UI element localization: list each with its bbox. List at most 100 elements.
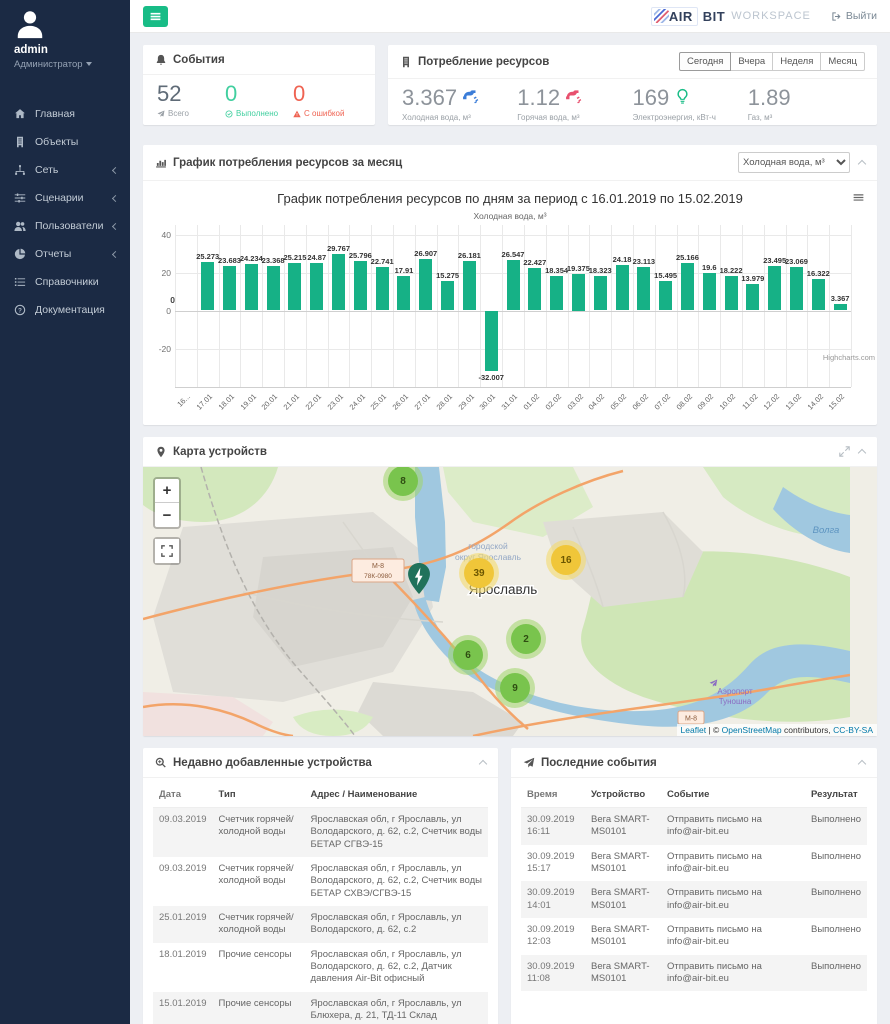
top-navbar: AIR BIT WORKSPACE Выйти [130, 0, 890, 33]
period-tabs: СегодняВчераНеделяМесяц [679, 52, 865, 71]
list-icon [14, 276, 28, 288]
chart-bar [507, 260, 520, 310]
river-label: Волга [813, 525, 840, 536]
chevron-up-icon[interactable] [858, 760, 866, 768]
sidebar-toggle-button[interactable] [143, 6, 168, 27]
road-badge: М-8 78К-0980 [352, 559, 404, 582]
map-panel: Карта устройств [143, 437, 877, 736]
resource-select[interactable]: Холодная вода, м³ [738, 152, 850, 173]
faucet-hot-icon [565, 86, 582, 105]
sidebar-item-reports[interactable]: Отчеты [0, 240, 130, 268]
sidebar-item-home[interactable]: Главная [0, 100, 130, 128]
airport-label-1: Аэропорт [717, 687, 753, 696]
chart-panel-title: График потребления ресурсов за месяц [173, 157, 402, 169]
cluster-marker[interactable]: 8 [388, 467, 418, 496]
chart-bar [528, 268, 541, 311]
brand-stripes-icon [654, 9, 669, 23]
map-fullscreen-button[interactable] [155, 539, 179, 563]
user-role-dropdown[interactable]: Администратор [14, 59, 116, 70]
sidebar-item-scenarios[interactable]: Сценарии [0, 184, 130, 212]
bar-value-label: 24.87 [307, 253, 326, 262]
svg-text:?: ? [18, 307, 22, 314]
tab-Месяц[interactable]: Месяц [821, 52, 865, 71]
bar-value-label: 19.375 [567, 264, 590, 273]
chart-bar [332, 254, 345, 311]
bar-value-label: 26.181 [458, 251, 481, 260]
chart-bar [812, 279, 825, 310]
bar-value-label: 24.234 [240, 254, 263, 263]
chart-bar [790, 267, 803, 311]
chart-bar [616, 265, 629, 311]
map-zoom-in-button[interactable]: + [155, 479, 179, 503]
events-table: ВремяУстройствоСобытиеРезультат30.09.201… [521, 782, 867, 991]
map-marker-icon [155, 446, 167, 458]
map-zoom-out-button[interactable]: − [155, 503, 179, 527]
x-axis-label: 23.01 [325, 392, 345, 412]
recent-devices-panel: Недавно добавленные устройства ДатаТипАд… [143, 748, 498, 1024]
osm-link[interactable]: OpenStreetMap [722, 725, 782, 735]
chevron-up-icon[interactable] [858, 160, 866, 168]
sidebar-item-network[interactable]: Сеть [0, 156, 130, 184]
chart-bar [703, 273, 716, 310]
x-axis-label: 02.02 [543, 392, 563, 412]
resources-panel: Потребление ресурсов СегодняВчераНеделяМ… [388, 45, 877, 125]
bell-icon [155, 54, 167, 66]
chart-context-menu-icon[interactable] [852, 191, 865, 204]
device-pin-marker[interactable] [408, 563, 430, 594]
chevron-up-icon[interactable] [479, 760, 487, 768]
sidebar-item-documentation[interactable]: ?Документация [0, 296, 130, 324]
bar-value-label: 19.6 [702, 263, 717, 272]
user-name: admin [14, 44, 116, 56]
chart-bar [441, 281, 454, 310]
tab-Неделя[interactable]: Неделя [773, 52, 821, 71]
bulb-icon [674, 86, 691, 105]
cluster-marker[interactable]: 16 [551, 545, 581, 575]
send-icon [157, 110, 165, 118]
chevron-up-icon[interactable] [858, 449, 866, 457]
x-axis-label: 06.02 [631, 392, 651, 412]
chart-bar [354, 261, 367, 310]
table-row: 18.01.2019Прочие сенсорыЯрославская обл,… [153, 943, 488, 992]
expand-icon[interactable] [839, 446, 850, 457]
sidebar-item-label: Сеть [35, 164, 58, 176]
bar-value-label: 23.113 [633, 257, 656, 266]
sidebar-item-directories[interactable]: Справочники [0, 268, 130, 296]
chart-bar [201, 262, 214, 310]
x-axis-label: 20.01 [260, 392, 280, 412]
recent-events-title: Последние события [541, 757, 657, 769]
bar-chart: 40200-20025.27323.68324.23423.36825.2152… [155, 225, 863, 425]
bar-value-label: 22.741 [371, 257, 394, 266]
bar-value-label: 3.367 [831, 294, 850, 303]
x-axis-label: 25.01 [369, 392, 389, 412]
license-link[interactable]: CC-BY-SA [833, 725, 873, 735]
brand-logo[interactable]: AIR BIT WORKSPACE [651, 7, 811, 26]
highcharts-credit[interactable]: Highcharts.com [823, 353, 875, 362]
stat-resource-0: 3.367Холодная вода, м³ [402, 86, 517, 122]
stat-events-done: 0 Выполнено [225, 82, 293, 118]
x-axis-label: 16... [176, 392, 193, 409]
x-axis-label: 21.01 [282, 392, 302, 412]
column-header: Дата [153, 782, 213, 808]
leaflet-map[interactable]: М-8 78К-0980 М-8 городской округ Ярослав… [143, 467, 877, 736]
cluster-marker[interactable]: 39 [464, 558, 494, 588]
cluster-marker[interactable]: 2 [511, 624, 541, 654]
pie-icon [14, 248, 28, 260]
cluster-marker[interactable]: 9 [500, 673, 530, 703]
table-row: 30.09.2019 15:17Вега SMART-MS0101Отправи… [521, 845, 867, 882]
sidebar-item-objects[interactable]: Объекты [0, 128, 130, 156]
hamburger-icon [149, 10, 162, 23]
network-icon [14, 164, 28, 176]
tab-Вчера[interactable]: Вчера [731, 52, 773, 71]
x-axis-label: 08.02 [674, 392, 694, 412]
logout-button[interactable]: Выйти [831, 10, 877, 22]
x-axis-label: 24.01 [347, 392, 367, 412]
leaflet-link[interactable]: Leaflet [681, 725, 707, 735]
logout-icon [831, 11, 842, 22]
map-panel-title: Карта устройств [173, 446, 267, 458]
table-row: 09.03.2019Счетчик горячей/холодной водыЯ… [153, 808, 488, 858]
building-icon [400, 56, 412, 68]
users-icon [14, 220, 28, 232]
tab-Сегодня[interactable]: Сегодня [679, 52, 731, 71]
cluster-marker[interactable]: 6 [453, 640, 483, 670]
sidebar-item-users[interactable]: Пользователи [0, 212, 130, 240]
